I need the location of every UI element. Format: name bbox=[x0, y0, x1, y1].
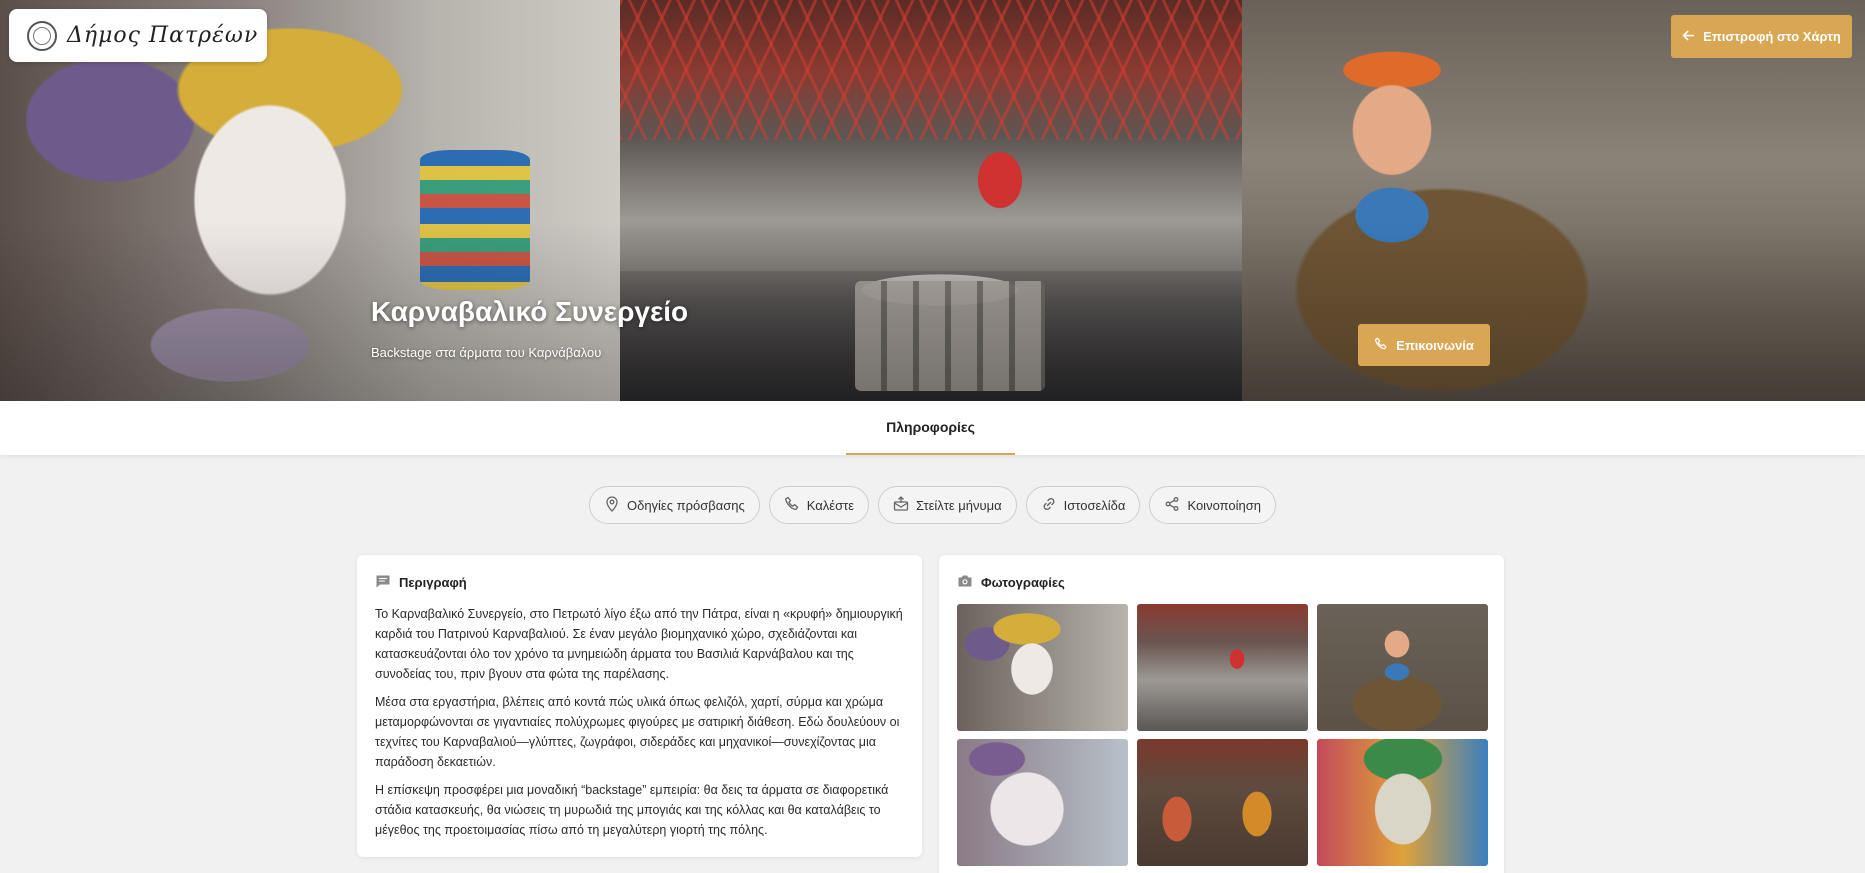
bird-sculpture-photo[interactable] bbox=[1317, 604, 1488, 731]
directions-button[interactable]: Οδηγίες πρόσβασης bbox=[588, 486, 760, 524]
camera-icon bbox=[957, 573, 973, 592]
share-button[interactable]: Κοινοποίηση bbox=[1149, 486, 1277, 524]
comment-icon bbox=[375, 573, 391, 592]
description-paragraph: Η επίσκεψη προσφέρει μια μοναδική “backs… bbox=[375, 783, 889, 837]
photo-grid bbox=[957, 604, 1488, 866]
photos-card: Φωτογραφίες bbox=[939, 555, 1504, 873]
link-icon bbox=[1041, 496, 1057, 515]
hero-banner: Δήμος Πατρέων Επιστροφή στο Χάρτη Καρναβ… bbox=[0, 0, 1865, 401]
description-header: Περιγραφή bbox=[375, 573, 904, 592]
contact-label: Επικοινωνία bbox=[1396, 337, 1474, 353]
share-icon bbox=[1164, 496, 1180, 515]
workshop-hall-photo[interactable] bbox=[1137, 604, 1308, 731]
municipality-logo[interactable]: Δήμος Πατρέων bbox=[9, 9, 267, 62]
contact-button[interactable]: Επικοινωνία bbox=[1358, 324, 1490, 366]
send-message-label: Στείλτε μήνυμα bbox=[916, 497, 1002, 513]
page-subtitle: Backstage στα άρματα του Καρνάβαλου bbox=[371, 345, 602, 360]
page-title: Καρναβαλικό Συνεργείο bbox=[371, 296, 689, 327]
call-button[interactable]: Καλέστε bbox=[768, 486, 870, 524]
photos-header: Φωτογραφίες bbox=[957, 573, 1486, 592]
map-pin-icon bbox=[604, 495, 620, 515]
back-to-map-button[interactable]: Επιστροφή στο Χάρτη bbox=[1671, 15, 1852, 58]
jester-head-photo[interactable] bbox=[957, 604, 1128, 731]
share-label: Κοινοποίηση bbox=[1187, 497, 1262, 513]
directions-label: Οδηγίες πρόσβασης bbox=[626, 497, 745, 513]
back-to-map-label: Επιστροφή στο Χάρτη bbox=[1703, 29, 1841, 44]
photos-heading: Φωτογραφίες bbox=[981, 575, 1065, 590]
figures-row-photo[interactable] bbox=[1137, 739, 1308, 866]
website-button[interactable]: Ιστοσελίδα bbox=[1025, 486, 1141, 524]
description-card: Περιγραφή Το Καρναβαλικό Συνεργείο, στο … bbox=[357, 555, 922, 857]
logo-text: Δήμος Πατρέων bbox=[67, 23, 259, 48]
mask-face-photo[interactable] bbox=[1317, 739, 1488, 866]
description-paragraph: Το Καρναβαλικό Συνεργείο, στο Πετρωτό λί… bbox=[375, 607, 903, 681]
tab-info[interactable]: Πληροφορίες bbox=[846, 401, 1015, 455]
seal-icon bbox=[27, 20, 57, 51]
mail-icon bbox=[893, 495, 909, 515]
phone-icon bbox=[784, 496, 800, 515]
action-bar: Οδηγίες πρόσβασης Καλέστε Στείλτε μήνυμα… bbox=[0, 486, 1865, 524]
website-label: Ιστοσελίδα bbox=[1063, 497, 1126, 513]
arrow-left-icon bbox=[1682, 29, 1695, 45]
tab-bar: Πληροφορίες bbox=[0, 401, 1865, 455]
call-label: Καλέστε bbox=[806, 497, 855, 513]
send-message-button[interactable]: Στείλτε μήνυμα bbox=[878, 486, 1017, 524]
description-heading: Περιγραφή bbox=[399, 575, 467, 590]
clown-face-photo[interactable] bbox=[957, 739, 1128, 866]
description-paragraph: Μέσα στα εργαστήρια, βλέπεις από κοντά π… bbox=[375, 695, 900, 769]
phone-icon bbox=[1374, 337, 1388, 354]
